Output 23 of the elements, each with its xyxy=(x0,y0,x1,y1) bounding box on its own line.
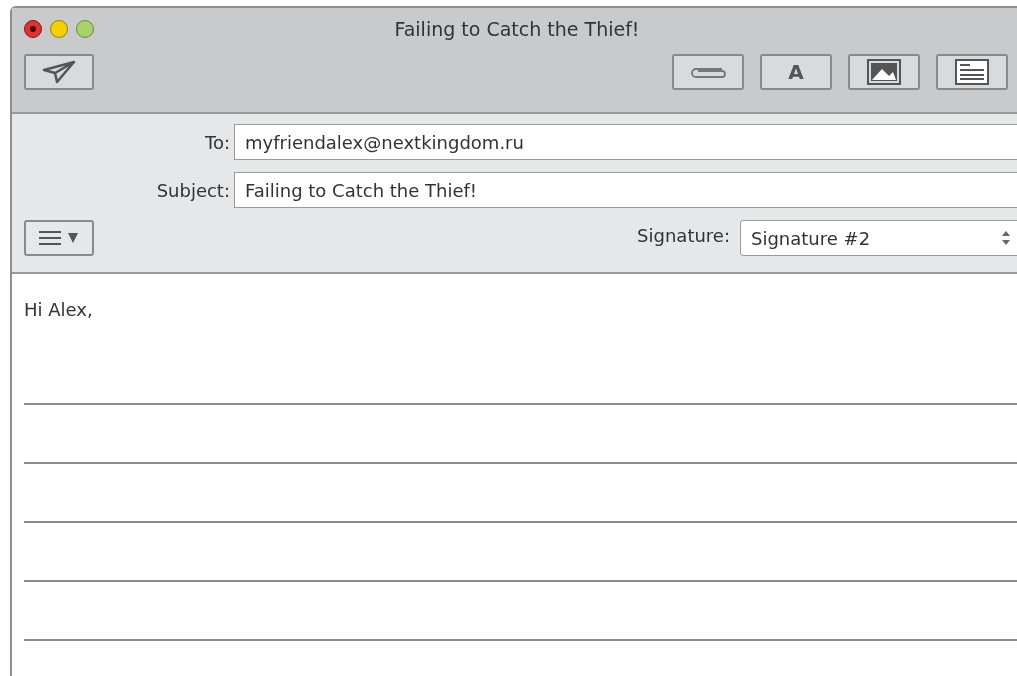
image-icon xyxy=(867,59,901,85)
minimize-button[interactable] xyxy=(50,20,68,38)
signature-label: Signature: xyxy=(637,223,730,248)
zoom-button[interactable] xyxy=(76,20,94,38)
attach-button[interactable] xyxy=(672,54,744,90)
text-field[interactable]: myfriendalex@nextkingdom.ru xyxy=(234,124,1017,160)
field-label: To: xyxy=(204,130,230,155)
template-button[interactable] xyxy=(936,54,1008,90)
menu-icon xyxy=(37,230,81,246)
photo-button[interactable] xyxy=(848,54,920,90)
text-field[interactable]: Failing to Catch the Thief! xyxy=(234,172,1017,208)
close-button[interactable] xyxy=(24,20,42,38)
signature-select[interactable]: Signature #2 xyxy=(740,220,1017,256)
document-icon xyxy=(955,59,989,85)
send-button[interactable] xyxy=(24,54,94,90)
field-label: Subject: xyxy=(155,178,230,203)
format-button[interactable]: A xyxy=(760,54,832,90)
paperclip-icon xyxy=(688,65,728,79)
greeting-text: Hi Alex, xyxy=(24,298,94,320)
paper-plane-icon xyxy=(41,60,77,84)
list-menu-button[interactable] xyxy=(24,220,94,256)
window-title: Failing to Catch the Thief! xyxy=(394,16,640,42)
stepper-arrows-icon xyxy=(1001,230,1011,246)
